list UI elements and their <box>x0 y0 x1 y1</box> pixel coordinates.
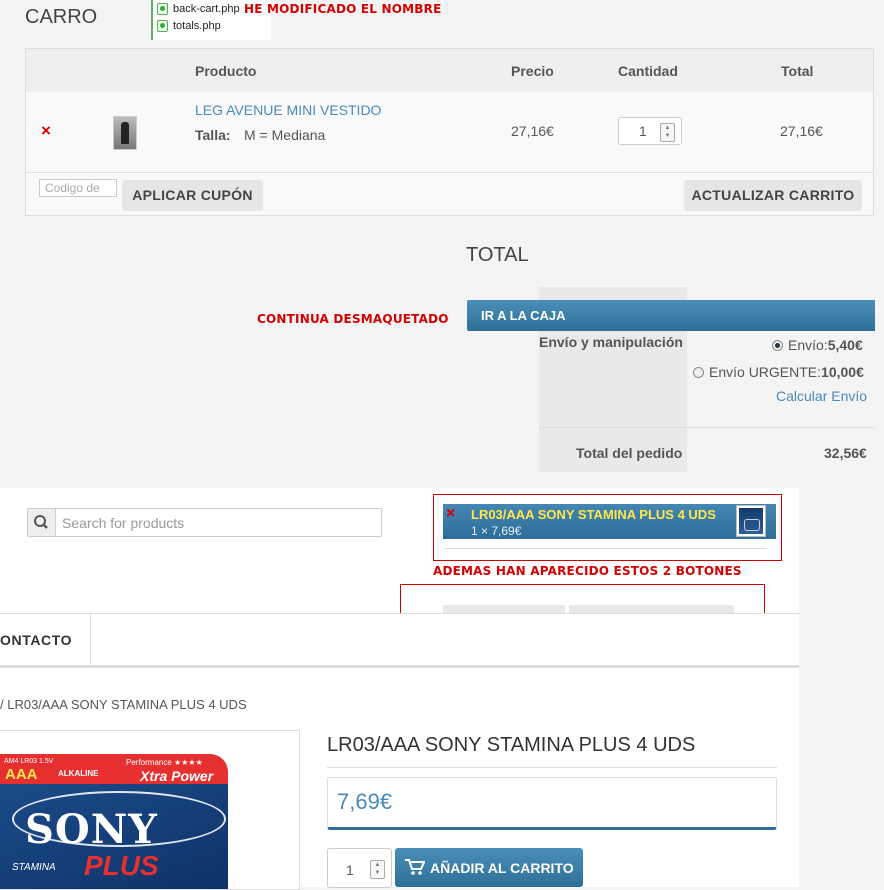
mini-cart-item-qty: 1 × 7,69€ <box>471 524 522 538</box>
file-item[interactable]: totals.php <box>153 17 271 34</box>
col-price: Precio <box>511 63 554 79</box>
remove-item-icon[interactable]: × <box>446 505 455 523</box>
image-text-plus: PLUS <box>84 850 159 881</box>
update-cart-button[interactable]: ACTUALIZAR CARRITO <box>684 180 862 211</box>
image-text-power: Xtra Power <box>140 768 214 784</box>
product-thumbnail[interactable] <box>113 116 137 150</box>
divider <box>444 548 767 549</box>
remove-item-icon[interactable]: × <box>41 121 51 141</box>
file-name: totals.php <box>173 19 221 32</box>
quantity-value: 1 <box>346 862 354 878</box>
totals-title: TOTAL <box>466 244 529 266</box>
add-to-cart-button[interactable]: AÑADIR AL CARRITO <box>395 848 583 887</box>
col-product: Producto <box>195 63 257 79</box>
order-total-label: Total del pedido <box>576 445 683 461</box>
spinner-arrows-icon[interactable]: ▲ ▼ <box>660 123 675 142</box>
checkout-button[interactable]: IR A LA CAJA <box>467 300 875 331</box>
shipping-option-label: Envío URGENTE: <box>709 364 822 380</box>
shipping-option-label: Envío: <box>788 337 828 353</box>
search-bar: Search for products <box>27 508 382 537</box>
product-image[interactable]: AM4 LR03 1.5V AAA ALKALINE Performance ★… <box>0 730 300 890</box>
product-name-link[interactable]: LEG AVENUE MINI VESTIDO <box>195 102 381 118</box>
php-file-icon <box>157 19 168 32</box>
product-page: Search for products × LR03/AAA SONY STAM… <box>0 488 799 890</box>
item-price: 27,16€ <box>511 123 554 139</box>
quantity-stepper[interactable]: 1 ▲ ▼ <box>327 848 392 888</box>
image-text-stamina: STAMINA <box>12 862 56 873</box>
shipping-option-price: 5,40€ <box>827 337 863 353</box>
quantity-value: 1 <box>639 123 647 139</box>
file-name: back-cart.php <box>173 2 240 15</box>
image-text-size: AAA <box>5 766 38 783</box>
shipping-label: Envío y manipulación <box>539 334 683 350</box>
cart-table: Producto Precio Cantidad Total × LEG AVE… <box>25 48 874 216</box>
nav-item-contacto[interactable]: ONTACTO <box>0 614 91 666</box>
spinner-arrows-icon[interactable]: ▲ ▼ <box>370 860 385 879</box>
cart-table-header: Producto Precio Cantidad Total <box>26 49 873 93</box>
radio-icon[interactable] <box>693 366 704 378</box>
shipping-option-standard[interactable]: Envío: 5,40€ <box>772 337 863 353</box>
main-nav: ONTACTO <box>0 613 799 668</box>
add-to-cart-label: AÑADIR AL CARRITO <box>430 860 574 876</box>
cart-icon <box>405 859 425 875</box>
breadcrumb: / LR03/AAA SONY STAMINA PLUS 4 UDS <box>0 697 247 712</box>
php-file-icon <box>157 2 168 15</box>
col-total: Total <box>781 63 814 79</box>
divider <box>539 427 875 428</box>
mini-cart-item[interactable]: × LR03/AAA SONY STAMINA PLUS 4 UDS 1 × 7… <box>443 504 776 539</box>
item-total: 27,16€ <box>780 123 823 139</box>
mini-cart-highlight: × LR03/AAA SONY STAMINA PLUS 4 UDS 1 × 7… <box>433 494 782 561</box>
image-text-brand: SONY <box>25 806 158 853</box>
table-row: × LEG AVENUE MINI VESTIDO Talla: M = Med… <box>26 92 873 173</box>
quantity-stepper[interactable]: 1 ▲ ▼ <box>618 117 682 145</box>
price-box: 7,69€ <box>327 777 777 830</box>
col-quantity: Cantidad <box>618 63 678 79</box>
radio-selected-icon[interactable] <box>772 339 783 351</box>
product-price: 7,69€ <box>337 789 393 814</box>
product-title: LR03/AAA SONY STAMINA PLUS 4 UDS <box>327 734 777 768</box>
search-icon <box>34 515 48 529</box>
attribute-value: M = Mediana <box>244 127 326 143</box>
coupon-input[interactable]: Codigo de <box>39 179 117 197</box>
page-title: CARRO <box>25 6 98 28</box>
attribute-label: Talla: <box>195 127 231 143</box>
shipping-option-price: 10,00€ <box>821 364 864 380</box>
image-text-line: AM4 LR03 1.5V <box>4 758 54 765</box>
calculate-shipping-link[interactable]: Calcular Envío <box>776 388 867 404</box>
annotation-rename: HE MODIFICADO EL NOMBRE <box>244 2 442 16</box>
search-button[interactable] <box>28 509 56 536</box>
mini-cart-thumbnail[interactable] <box>736 505 766 537</box>
search-input[interactable]: Search for products <box>62 515 184 531</box>
image-text-performance: Performance ★★★★ <box>126 758 203 767</box>
image-text-type: ALKALINE <box>58 769 99 778</box>
shipping-option-urgent[interactable]: Envío URGENTE: 10,00€ <box>693 364 864 380</box>
annotation-buttons: ADEMAS HAN APARECIDO ESTOS 2 BOTONES <box>433 564 742 578</box>
order-total-value: 32,56€ <box>824 445 867 461</box>
apply-coupon-button[interactable]: APLICAR CUPÓN <box>122 180 263 211</box>
mini-cart-item-name[interactable]: LR03/AAA SONY STAMINA PLUS 4 UDS <box>471 507 716 522</box>
annotation-unstyled: CONTINUA DESMAQUETADO <box>257 312 449 326</box>
